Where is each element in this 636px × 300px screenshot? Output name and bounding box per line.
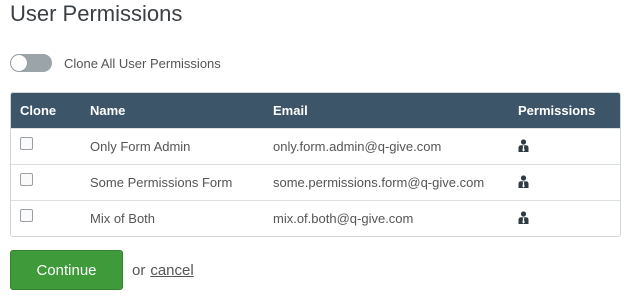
clone-all-label: Clone All User Permissions bbox=[64, 55, 221, 71]
table-header-row: Clone Name Email Permissions bbox=[11, 93, 620, 129]
clone-checkbox[interactable] bbox=[20, 209, 33, 223]
user-email: only.form.admin@q-give.com bbox=[273, 128, 518, 165]
toggle-knob bbox=[11, 55, 27, 71]
user-name: Mix of Both bbox=[90, 200, 273, 236]
user-email: mix.of.both@q-give.com bbox=[273, 200, 518, 236]
header-permissions: Permissions bbox=[518, 103, 596, 118]
clone-checkbox[interactable] bbox=[20, 137, 33, 151]
form-actions: Continue or cancel bbox=[10, 250, 194, 290]
clone-all-control: Clone All User Permissions bbox=[10, 54, 221, 72]
user-name: Some Permissions Form bbox=[90, 164, 273, 201]
user-tie-icon[interactable] bbox=[518, 175, 529, 191]
header-clone: Clone bbox=[20, 103, 57, 118]
table-row: Mix of Both mix.of.both@q-give.com bbox=[11, 200, 620, 236]
permissions-table: Clone Name Email Permissions Only Form A… bbox=[10, 92, 621, 237]
header-name: Name bbox=[90, 103, 126, 118]
cancel-link[interactable]: cancel bbox=[150, 262, 193, 279]
continue-button[interactable]: Continue bbox=[10, 250, 123, 290]
user-tie-icon[interactable] bbox=[518, 139, 529, 155]
clone-checkbox[interactable] bbox=[20, 173, 33, 187]
user-tie-icon[interactable] bbox=[518, 211, 529, 227]
table-row: Some Permissions Form some.permissions.f… bbox=[11, 164, 620, 201]
user-email: some.permissions.form@q-give.com bbox=[273, 164, 518, 201]
user-name: Only Form Admin bbox=[90, 128, 273, 165]
table-row: Only Form Admin only.form.admin@q-give.c… bbox=[11, 128, 620, 165]
header-email: Email bbox=[273, 103, 308, 118]
or-text: or bbox=[132, 261, 146, 279]
clone-all-toggle[interactable] bbox=[10, 54, 52, 72]
page-title: User Permissions bbox=[10, 1, 183, 26]
